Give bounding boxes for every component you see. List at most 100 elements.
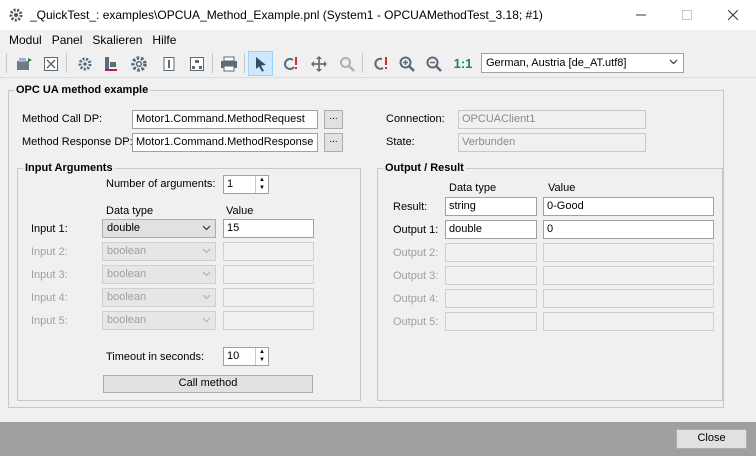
input-5-value-field	[223, 311, 314, 330]
input-3-label: Input 3:	[31, 269, 68, 281]
input-2-label: Input 2:	[31, 246, 68, 258]
gear-icon	[130, 55, 147, 72]
refresh-alert-icon	[373, 56, 387, 70]
output-1-label: Output 1:	[393, 224, 439, 236]
output-1-value-field[interactable]: 0	[543, 220, 714, 239]
maximize-icon	[682, 10, 692, 20]
move-arrows-icon	[310, 55, 327, 72]
toolbar-separator	[212, 53, 213, 73]
output-2-label: Output 2:	[393, 247, 439, 259]
zoom-in-button[interactable]	[394, 51, 419, 76]
input-datatype-header: Data type	[106, 205, 154, 217]
print-button[interactable]	[216, 51, 241, 76]
connection-label: Connection:	[386, 113, 445, 125]
hierarchy-icon	[189, 56, 204, 71]
output-3-label: Output 3:	[393, 270, 439, 282]
output-1-type-field[interactable]: double	[445, 220, 537, 239]
toolbar-separator	[244, 53, 245, 73]
language-value: German, Austria [de_AT.utf8]	[486, 57, 627, 69]
move-button[interactable]	[306, 51, 331, 76]
menu-skalieren[interactable]: Skalieren	[87, 33, 147, 47]
input-5-type-select: boolean	[102, 311, 216, 330]
method-response-field[interactable]: Motor1.Command.MethodResponse	[132, 133, 318, 152]
input-5-type-value: boolean	[107, 314, 147, 326]
input-3-type-select: boolean	[102, 265, 216, 284]
input-1-type-select[interactable]: double	[102, 219, 216, 238]
num-args-label: Number of arguments:	[106, 178, 216, 190]
close-button[interactable]: Close	[676, 429, 747, 449]
method-response-browse-button[interactable]: ...	[324, 133, 343, 152]
close-icon	[728, 10, 738, 20]
input-arguments-title: Input Arguments	[23, 162, 115, 174]
input-1-type-value: double	[107, 222, 141, 234]
menu-bar: Modul Panel Skalieren Hilfe	[0, 30, 756, 49]
toolbar-separator	[362, 53, 363, 73]
footer-bar: Close	[0, 422, 756, 456]
maximize-button	[664, 0, 710, 30]
output-5-label: Output 5:	[393, 316, 439, 328]
method-response-label: Method Response DP:	[22, 136, 133, 148]
magnifier-icon	[339, 56, 355, 72]
num-args-spinbox[interactable]: 1 ▲ ▼	[223, 175, 269, 194]
toolbar-grip	[6, 53, 7, 73]
connection-field: OPCUAClient1	[458, 110, 646, 129]
timeout-label: Timeout in seconds:	[106, 351, 205, 363]
zoom-reset-button[interactable]: 1:1	[449, 51, 477, 76]
gear-button[interactable]	[126, 51, 151, 76]
log-viewer-button[interactable]	[156, 51, 181, 76]
input-3-value-field	[223, 265, 314, 284]
output-2-value-field	[543, 243, 714, 262]
timeout-spinbox[interactable]: 10 ▲ ▼	[223, 347, 269, 366]
output-4-label: Output 4:	[393, 293, 439, 305]
method-call-label: Method Call DP:	[22, 113, 103, 125]
open-module-icon	[16, 57, 32, 70]
chevron-down-icon	[202, 248, 211, 254]
pointer-arrow-icon	[255, 56, 266, 71]
chevron-down-icon	[202, 225, 211, 231]
input-1-label: Input 1:	[31, 223, 68, 235]
chevron-down-icon	[669, 59, 678, 65]
panel-topology-button[interactable]	[98, 51, 123, 76]
rotate-alert-button[interactable]	[278, 51, 303, 76]
rotate-alert-icon	[283, 56, 297, 70]
close-window-button[interactable]	[710, 0, 756, 30]
settings-button[interactable]	[72, 51, 97, 76]
panel-topology-icon	[104, 56, 117, 71]
menu-modul[interactable]: Modul	[4, 33, 47, 47]
panel-title: OPC UA method example	[14, 84, 151, 96]
open-module-button[interactable]	[12, 51, 37, 76]
result-type-field[interactable]: string	[445, 197, 537, 216]
gear-app-icon	[9, 8, 23, 22]
output-3-type-field	[445, 266, 537, 285]
output-4-value-field	[543, 289, 714, 308]
spin-arrows-icon[interactable]: ▲ ▼	[255, 176, 268, 193]
hierarchy-button[interactable]	[184, 51, 209, 76]
input-4-type-select: boolean	[102, 288, 216, 307]
output-5-value-field	[543, 312, 714, 331]
close-module-button[interactable]	[38, 51, 63, 76]
close-module-icon	[43, 56, 58, 71]
state-field: Verbunden	[458, 133, 646, 152]
toolbar-separator	[66, 53, 67, 73]
input-1-value-field[interactable]: 15	[223, 219, 314, 238]
zoom-out-button[interactable]	[421, 51, 446, 76]
refresh-alert-button[interactable]	[368, 51, 393, 76]
input-2-type-select: boolean	[102, 242, 216, 261]
menu-hilfe[interactable]: Hilfe	[147, 33, 181, 47]
menu-panel[interactable]: Panel	[47, 33, 88, 47]
output-datatype-header: Data type	[449, 182, 497, 194]
input-value-header: Value	[226, 205, 254, 217]
method-call-browse-button[interactable]: ...	[324, 110, 343, 129]
language-select[interactable]: German, Austria [de_AT.utf8]	[481, 53, 684, 73]
output-result-title: Output / Result	[383, 162, 466, 174]
spin-arrows-icon[interactable]: ▲ ▼	[255, 348, 268, 365]
select-pointer-button[interactable]	[248, 51, 273, 76]
method-call-field[interactable]: Motor1.Command.MethodRequest	[132, 110, 318, 129]
result-value-field[interactable]: 0-Good	[543, 197, 714, 216]
call-method-button[interactable]: Call method	[103, 375, 313, 393]
input-3-type-value: boolean	[107, 268, 147, 280]
minimize-button[interactable]	[618, 0, 664, 30]
title-bar: _QuickTest_: examples\OPCUA_Method_Examp…	[0, 0, 756, 30]
output-4-type-field	[445, 289, 537, 308]
timeout-value: 10	[227, 350, 240, 362]
